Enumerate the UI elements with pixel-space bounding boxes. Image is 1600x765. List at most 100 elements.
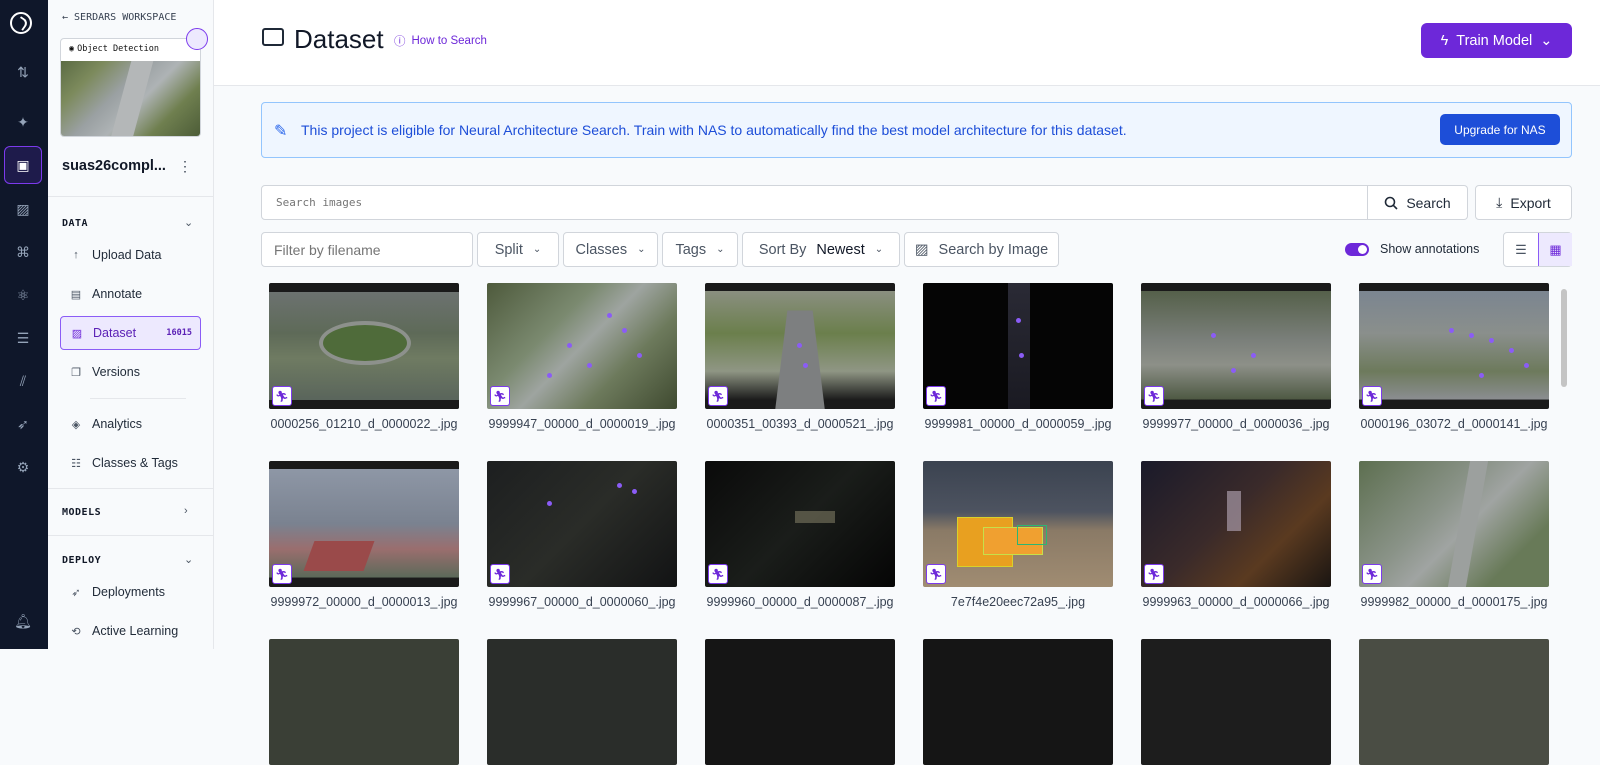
annotate-pin-icon[interactable]: 🏃︎ — [1362, 564, 1382, 584]
graph-icon[interactable]: ⚛ — [4, 276, 42, 314]
project-thumbnail[interactable]: ◉ Object Detection — [60, 38, 201, 137]
inbox-icon[interactable]: ▣ — [4, 146, 42, 184]
annotate-pin-icon[interactable]: 🏃︎ — [1144, 564, 1164, 584]
image-tile[interactable]: 🏃︎ 7e7f4e20eec72a95_.jpg — [923, 461, 1113, 609]
image-filename: 7e7f4e20eec72a95_.jpg — [950, 595, 1086, 609]
sidebar-item-active-learning[interactable]: ⟲ Active Learning — [60, 614, 201, 648]
image-tile[interactable]: 🏃︎ 9999963_00000_d_0000066_.jpg — [1141, 461, 1331, 609]
chart-icon[interactable]: ⫽ — [4, 362, 42, 400]
classes-dropdown[interactable]: Classes ⌄ — [563, 232, 658, 267]
chevron-down-icon[interactable]: ⌄ — [184, 216, 193, 229]
image-tile[interactable]: 🏃︎ 0000256_01210_d_0000022_.jpg — [269, 283, 459, 431]
image-tile[interactable]: 🏃︎ 0000351_00393_d_0000521_.jpg — [705, 283, 895, 431]
image-tile[interactable] — [1141, 639, 1331, 765]
scrollbar-thumb[interactable] — [1561, 289, 1567, 387]
annotate-pin-icon[interactable]: 🏃︎ — [1362, 386, 1382, 406]
upload-icon: ↑ — [73, 249, 79, 261]
export-button[interactable]: ⤓ Export — [1475, 185, 1572, 220]
sidebar-item-analytics[interactable]: ◈ Analytics — [60, 407, 201, 441]
sort-dropdown[interactable]: Sort By Newest ⌄ — [742, 232, 900, 267]
image-tile[interactable]: 🏃︎ 9999960_00000_d_0000087_.jpg — [705, 461, 895, 609]
annotate-pin-icon[interactable]: 🏃︎ — [708, 386, 728, 406]
search-by-image-button[interactable]: ▨ Search by Image — [904, 232, 1059, 267]
image-thumbnail — [923, 639, 1113, 765]
split-dropdown[interactable]: Split ⌄ — [477, 232, 559, 267]
bell-icon[interactable]: 🔔︎ — [4, 602, 42, 640]
back-to-workspace-link[interactable]: ← SERDARS WORKSPACE — [62, 12, 176, 23]
sidebar-item-deployments[interactable]: ➶ Deployments — [60, 575, 201, 609]
rocket-icon: ➶ — [71, 586, 81, 599]
image-tile[interactable]: 🏃︎ 0000196_03072_d_0000141_.jpg — [1359, 283, 1549, 431]
image-tile[interactable] — [1359, 639, 1549, 765]
logo-icon[interactable] — [10, 12, 32, 34]
sidebar-item-versions[interactable]: ❐ Versions — [60, 355, 201, 389]
section-deploy-header[interactable]: DEPLOY — [62, 555, 101, 566]
hierarchy-icon[interactable]: ⌘ — [4, 233, 42, 271]
sidebar-item-label: Active Learning — [92, 624, 179, 638]
chevron-right-icon[interactable]: › — [184, 505, 188, 517]
grid-view-icon[interactable]: ▦ — [1538, 233, 1572, 266]
image-tile[interactable]: 🏃︎ 9999981_00000_d_0000059_.jpg — [923, 283, 1113, 431]
sidebar-item-upload-data[interactable]: ↑ Upload Data — [60, 238, 201, 272]
image-tile[interactable] — [269, 639, 459, 765]
image-thumbnail: 🏃︎ — [923, 283, 1113, 409]
sort-value: Newest — [816, 241, 865, 258]
sidebar-item-classes-tags[interactable]: ☷ Classes & Tags — [60, 446, 201, 480]
image-tile[interactable]: 🏃︎ 9999967_00000_d_0000060_.jpg — [487, 461, 677, 609]
image-thumbnail — [487, 639, 677, 765]
search-button[interactable]: Search — [1368, 185, 1468, 220]
list-view-icon[interactable]: ☰ — [1504, 233, 1538, 266]
image-thumbnail: 🏃︎ — [269, 283, 459, 409]
loop-icon: ⟲ — [71, 625, 81, 638]
image-thumbnail — [269, 639, 459, 765]
how-to-search-link[interactable]: ⓘ How to Search — [394, 33, 487, 49]
image-tile[interactable] — [705, 639, 895, 765]
image-icon[interactable]: ▨ — [4, 190, 42, 228]
image-filename: 0000351_00393_d_0000521_.jpg — [706, 417, 894, 431]
gear-icon[interactable]: ⚙ — [4, 448, 42, 486]
annotate-pin-icon[interactable]: 🏃︎ — [926, 386, 946, 406]
search-input[interactable] — [262, 186, 1367, 219]
rocket-icon[interactable]: ➶ — [4, 405, 42, 443]
image-filename: 9999960_00000_d_0000087_.jpg — [706, 595, 894, 609]
image-tile[interactable] — [487, 639, 677, 765]
tags-dropdown[interactable]: Tags ⌄ — [662, 232, 738, 267]
filename-filter-input[interactable] — [261, 232, 473, 267]
image-filename: 9999967_00000_d_0000060_.jpg — [488, 595, 676, 609]
annotate-pin-icon[interactable]: 🏃︎ — [490, 564, 510, 584]
image-tile[interactable]: 🏃︎ 9999972_00000_d_0000013_.jpg — [269, 461, 459, 609]
show-annotations-toggle[interactable] — [1345, 243, 1369, 256]
train-model-button[interactable]: ϟ Train Model ⌄ — [1421, 23, 1572, 58]
upgrade-nas-button[interactable]: Upgrade for NAS — [1440, 114, 1560, 145]
image-tile[interactable]: 🏃︎ 9999947_00000_d_0000019_.jpg — [487, 283, 677, 431]
divider — [48, 196, 213, 197]
image-thumbnail: 🏃︎ — [1141, 461, 1331, 587]
collapse-handle[interactable] — [186, 28, 208, 50]
annotate-pin-icon[interactable]: 🏃︎ — [926, 564, 946, 584]
sparkle-icon[interactable]: ✦ — [4, 103, 42, 141]
annotate-pin-icon[interactable]: 🏃︎ — [1144, 386, 1164, 406]
chevron-down-icon[interactable]: ⌄ — [184, 553, 193, 566]
image-thumbnail: 🏃︎ — [1359, 461, 1549, 587]
sort-arrows-icon[interactable]: ⇅ — [4, 53, 42, 91]
annotate-pin-icon[interactable]: 🏃︎ — [272, 386, 292, 406]
sidebar-item-label: Upload Data — [92, 248, 162, 262]
image-tile[interactable]: 🏃︎ 9999977_00000_d_0000036_.jpg — [1141, 283, 1331, 431]
sidebar-item-dataset[interactable]: ▨ Dataset 16015 — [60, 316, 201, 350]
section-data-header[interactable]: DATA — [62, 218, 88, 229]
server-icon[interactable]: ☰ — [4, 319, 42, 357]
image-tile[interactable] — [923, 639, 1113, 765]
kebab-menu-icon[interactable]: ⋮ — [178, 158, 192, 175]
view-mode-toggle: ☰ ▦ — [1503, 232, 1572, 267]
annotate-pin-icon[interactable]: 🏃︎ — [708, 564, 728, 584]
grid-scrollbar[interactable] — [1560, 283, 1568, 649]
image-thumbnail: 🏃︎ — [487, 461, 677, 587]
icon-rail: ⇅ ✦ ▣ ▨ ⌘ ⚛ ☰ ⫽ ➶ ⚙ 🔔︎ — [0, 0, 48, 649]
annotate-pin-icon[interactable]: 🏃︎ — [272, 564, 292, 584]
section-models-header[interactable]: MODELS — [62, 507, 101, 518]
annotate-pin-icon[interactable]: 🏃︎ — [490, 386, 510, 406]
download-icon: ⤓ — [1496, 194, 1503, 210]
divider — [48, 535, 213, 536]
image-tile[interactable]: 🏃︎ 9999982_00000_d_0000175_.jpg — [1359, 461, 1549, 609]
sidebar-item-annotate[interactable]: ▤ Annotate — [60, 277, 201, 311]
